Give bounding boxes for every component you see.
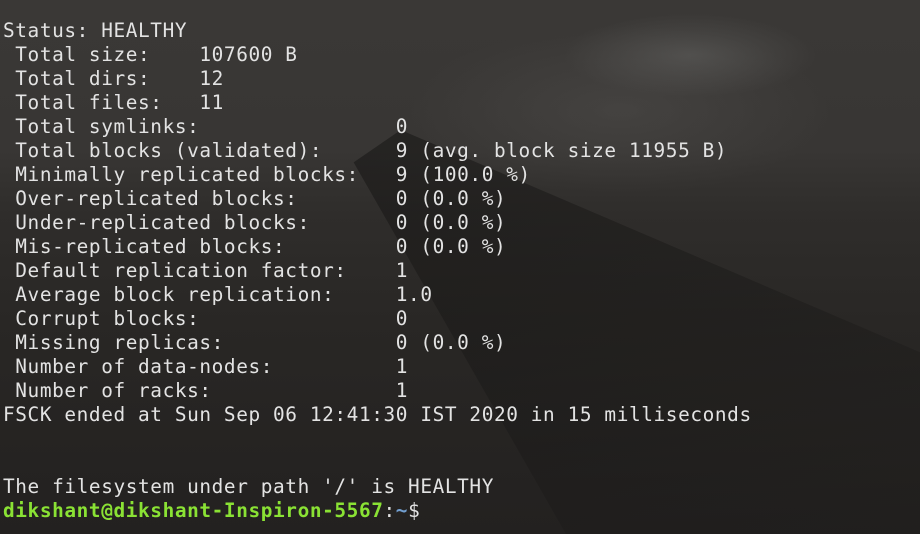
prompt-user-host: dikshant@dikshant-Inspiron-5567: [3, 499, 384, 522]
terminal-line: Average block replication: 1.0: [3, 283, 433, 306]
terminal-line: Default replication factor: 1: [3, 259, 409, 282]
terminal-line: Status: HEALTHY: [3, 19, 188, 42]
terminal-line: Mis-replicated blocks: 0 (0.0 %): [3, 235, 507, 258]
prompt-separator: :: [383, 499, 396, 522]
terminal-output[interactable]: Status: HEALTHY Total size: 107600 B Tot…: [3, 19, 752, 523]
terminal-line: Total files: 11: [3, 91, 224, 114]
terminal-line: Total blocks (validated): 9 (avg. block …: [3, 139, 728, 162]
prompt-path: ~: [395, 499, 409, 522]
terminal-line: Corrupt blocks: 0: [3, 307, 409, 330]
terminal-line: FSCK ended at Sun Sep 06 12:41:30 IST 20…: [3, 403, 752, 426]
terminal-line: Total size: 107600 B: [3, 43, 298, 66]
terminal-line: Under-replicated blocks: 0 (0.0 %): [3, 211, 507, 234]
terminal-line: Number of data-nodes: 1: [3, 355, 409, 378]
shell-prompt[interactable]: dikshant@dikshant-Inspiron-5567:~$: [3, 499, 752, 523]
terminal-line: Minimally replicated blocks: 9 (100.0 %): [3, 163, 531, 186]
terminal-line: Missing replicas: 0 (0.0 %): [3, 331, 507, 354]
terminal-line: Total dirs: 12: [3, 67, 224, 90]
prompt-symbol: $: [408, 499, 421, 522]
terminal-line: Over-replicated blocks: 0 (0.0 %): [3, 187, 507, 210]
terminal-line: Number of racks: 1: [3, 379, 409, 402]
terminal-line: Total symlinks: 0: [3, 115, 409, 138]
terminal-line: The filesystem under path '/' is HEALTHY: [3, 475, 494, 498]
